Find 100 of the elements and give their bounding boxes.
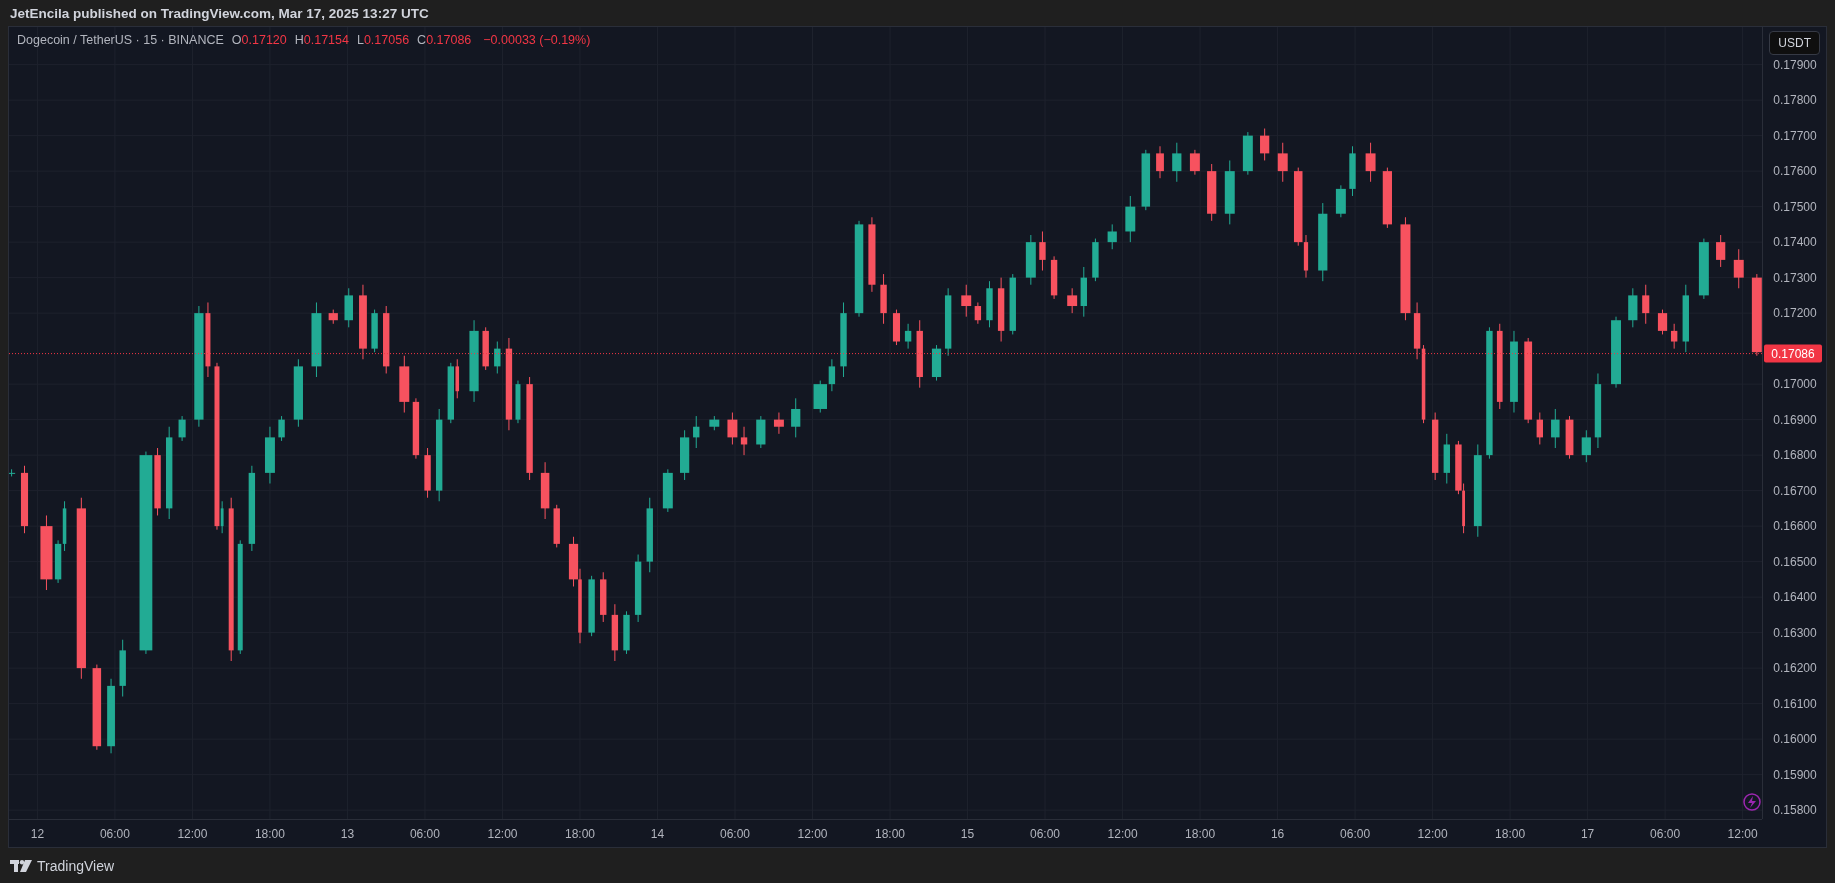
- candlestick: [1365, 142, 1376, 183]
- time-tick-label: 18:00: [875, 827, 906, 842]
- candlestick: [1242, 131, 1253, 176]
- time-tick-label: 12:00: [1727, 827, 1758, 842]
- candlestick: [1039, 231, 1046, 272]
- candlestick: [178, 415, 186, 442]
- price-tick-label: 0.17900: [1773, 57, 1817, 72]
- candlestick: [1565, 415, 1574, 460]
- candlestick: [1733, 248, 1744, 289]
- candlestick: [1050, 255, 1058, 300]
- price-tick-label: 0.17000: [1773, 377, 1817, 392]
- time-tick-label: 12: [30, 827, 45, 842]
- time-tick-label: 06:00: [1030, 827, 1061, 842]
- symbol-label: Dogecoin / TetherUS · 15 · BINANCE: [17, 33, 224, 48]
- candlestick: [1682, 284, 1689, 353]
- price-tick-label: 0.17600: [1773, 164, 1817, 179]
- candlestick: [931, 344, 942, 382]
- candlestick: [1080, 266, 1087, 318]
- lightning-icon: [1743, 793, 1761, 811]
- candlestick: [553, 504, 560, 549]
- candlestick: [1642, 284, 1650, 325]
- candlestick: [1335, 184, 1346, 218]
- price-tick-label: 0.17500: [1773, 199, 1817, 214]
- time-tick-label: 12:00: [1107, 827, 1138, 842]
- publisher-caption: JetEncila published on TradingView.com, Mar 17, 2025 13:27 UTC: [10, 5, 429, 21]
- candlestick: [892, 309, 901, 346]
- candlestick: [634, 554, 642, 623]
- candlestick: [1277, 142, 1288, 183]
- candlestick: [588, 575, 595, 637]
- tradingview-wordmark: TradingView: [37, 857, 115, 874]
- currency-button[interactable]: USDT: [1769, 31, 1820, 56]
- price-tick-label: 0.17400: [1773, 235, 1817, 250]
- candlestick: [344, 287, 353, 328]
- candlestick: [1224, 160, 1235, 225]
- candlestick: [773, 412, 784, 435]
- candlestick: [328, 309, 338, 325]
- price-tick-label: 0.17700: [1773, 128, 1817, 143]
- candlestick: [1009, 273, 1016, 336]
- candlestick: [1260, 128, 1270, 162]
- ref-line-label: 0.17086: [1771, 346, 1816, 361]
- candlestick: [1551, 408, 1560, 449]
- price-tick-label: 0.16100: [1773, 696, 1817, 711]
- time-tick-label: 14: [650, 827, 665, 842]
- candlestick: [1670, 323, 1678, 350]
- tradingview-logo-icon: [10, 859, 32, 872]
- candlestick: [611, 603, 619, 662]
- time-tick-label: 18:00: [564, 827, 595, 842]
- time-tick-label: 06:00: [1650, 827, 1681, 842]
- time-tick-label: 06:00: [409, 827, 440, 842]
- candlestick: [1443, 433, 1450, 485]
- price-tick-label: 0.16900: [1773, 412, 1817, 427]
- candlestick: [540, 461, 550, 520]
- candlestick: [371, 309, 378, 353]
- price-tick-label: 0.16800: [1773, 448, 1817, 463]
- candlestick: [600, 571, 607, 623]
- time-tick-label: 18:00: [254, 827, 285, 842]
- candlestick: [904, 323, 912, 350]
- price-tick-label: 0.16300: [1773, 625, 1817, 640]
- candlestick: [1349, 145, 1356, 197]
- candlestick: [399, 355, 410, 414]
- time-tick-label: 12:00: [1417, 827, 1448, 842]
- candlestick: [944, 287, 952, 357]
- candlestick: [20, 465, 29, 534]
- time-tick-label: 16: [1270, 827, 1285, 842]
- candlestick: [986, 280, 993, 328]
- candlestick: [1716, 234, 1726, 268]
- candlestick: [1025, 234, 1036, 286]
- price-tick-label: 0.15900: [1773, 767, 1817, 782]
- candlestick: [791, 397, 801, 438]
- candlestick: [1125, 195, 1136, 243]
- candlestick: [693, 415, 700, 449]
- candlestick: [1172, 142, 1182, 183]
- candlestick: [383, 305, 390, 375]
- time-tick-label: 06:00: [720, 827, 750, 842]
- candlestick: [623, 610, 630, 655]
- candlestick: [1092, 238, 1099, 282]
- candlestick: [997, 277, 1005, 343]
- candlestick: [916, 319, 923, 389]
- candlestick: [740, 426, 748, 456]
- last-price-badge: 0.17086: [1764, 344, 1822, 363]
- candlestick: [1141, 149, 1151, 211]
- time-tick-label: 13: [340, 827, 355, 842]
- time-tick-label: 12:00: [177, 827, 208, 842]
- candlestick: [1698, 238, 1709, 300]
- price-tick-label: 0.16600: [1773, 519, 1817, 534]
- price-tick-label: 0.16200: [1773, 661, 1817, 676]
- candlestick: [1628, 287, 1638, 328]
- candlestick: [1156, 145, 1164, 179]
- candlestick: [756, 415, 766, 449]
- price-tick-label: 0.15800: [1773, 803, 1817, 818]
- candlestick: [119, 639, 126, 698]
- candlestick: [494, 341, 501, 375]
- candlestick: [662, 468, 673, 513]
- candlestick: [1657, 309, 1668, 336]
- candlestick: [1536, 412, 1543, 446]
- candlestick: [680, 429, 690, 481]
- time-tick-label: 17: [1580, 827, 1595, 842]
- candlestick: [1382, 167, 1392, 229]
- price-tick-label: 0.17800: [1773, 93, 1817, 108]
- candlestick: [412, 397, 420, 460]
